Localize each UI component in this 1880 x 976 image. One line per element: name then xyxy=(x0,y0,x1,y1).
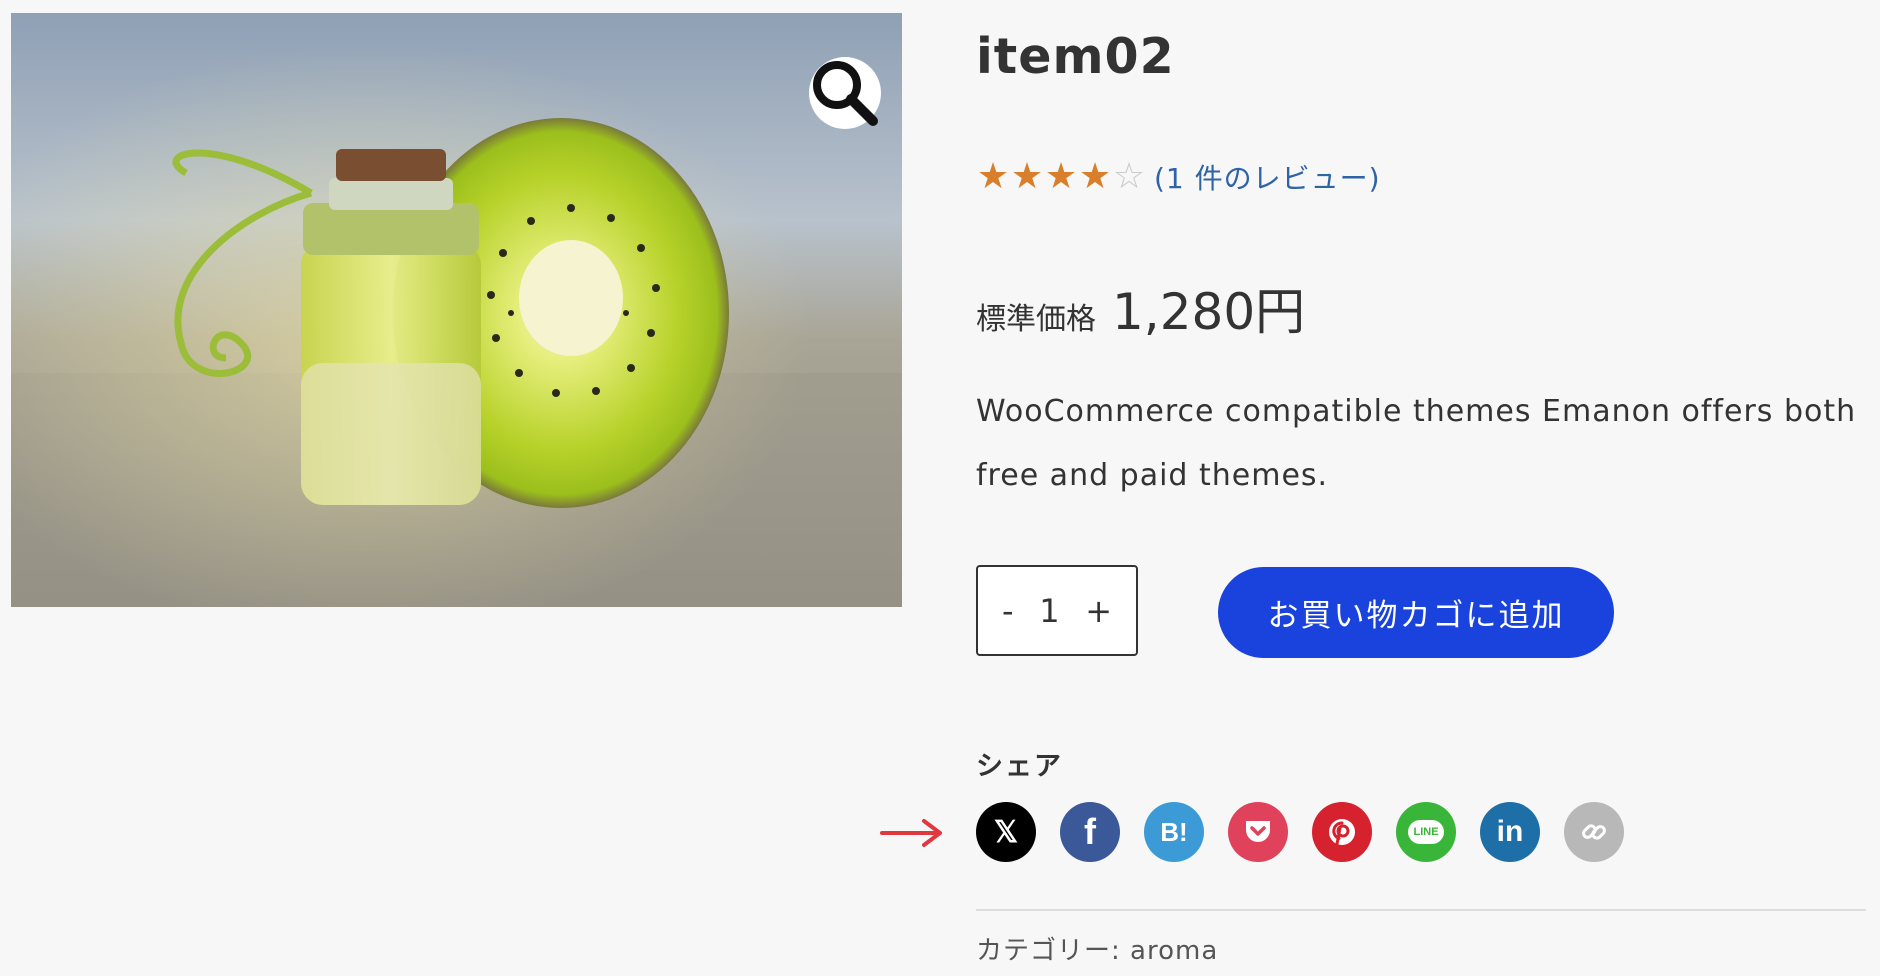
quantity-input[interactable]: 1 xyxy=(1039,592,1059,630)
pocket-share-button[interactable] xyxy=(1228,802,1288,862)
product-title: item02 xyxy=(976,28,1175,85)
link-share-button[interactable] xyxy=(1564,802,1624,862)
linkedin-share-button[interactable]: in xyxy=(1480,802,1540,862)
star-filled-icon: ★ xyxy=(1044,156,1078,197)
star-rating: ★ ★ ★ ★ ☆ xyxy=(976,157,1146,197)
product-price: 標準価格 1,280円 xyxy=(976,272,1305,344)
x-share-button[interactable]: 𝕏 xyxy=(976,802,1036,862)
share-buttons: 𝕏f B! LINE in xyxy=(976,802,1648,862)
facebook-icon: f xyxy=(1084,811,1096,852)
product-photo xyxy=(11,13,902,607)
star-filled-icon: ★ xyxy=(1078,156,1112,197)
share-label: シェア xyxy=(976,751,1063,782)
hatena-bookmark-icon: B! xyxy=(1160,816,1188,847)
star-filled-icon: ★ xyxy=(976,156,1010,197)
x-icon: 𝕏 xyxy=(993,815,1019,849)
link-icon xyxy=(1579,817,1609,847)
arrow-indicator-icon xyxy=(880,819,942,847)
quantity-increase-button[interactable]: + xyxy=(1085,592,1136,630)
price-amount: 1,280円 xyxy=(1112,283,1306,341)
hatena-bookmark-share-button[interactable]: B! xyxy=(1144,802,1204,862)
review-link[interactable]: (1 件のレビュー) xyxy=(1154,157,1381,197)
star-empty-icon: ☆ xyxy=(1112,156,1146,197)
facebook-share-button[interactable]: f xyxy=(1060,802,1120,862)
product-description: WooCommerce compatible themes Emanon off… xyxy=(976,394,1857,493)
zoom-button[interactable] xyxy=(809,57,881,129)
product-image[interactable] xyxy=(11,13,902,607)
linkedin-icon: in xyxy=(1496,815,1524,848)
magnifier-icon xyxy=(813,61,878,126)
star-filled-icon: ★ xyxy=(1010,156,1044,197)
pocket-icon xyxy=(1243,818,1273,846)
pinterest-share-button[interactable] xyxy=(1312,802,1372,862)
pinterest-icon xyxy=(1326,816,1358,848)
price-label: 標準価格 xyxy=(976,302,1096,337)
category-link[interactable]: aroma xyxy=(1130,936,1218,966)
line-share-button[interactable]: LINE xyxy=(1396,802,1456,862)
quantity-decrease-button[interactable]: - xyxy=(978,592,1014,630)
line-icon: LINE xyxy=(1408,820,1444,844)
quantity-stepper: - 1 + xyxy=(976,565,1138,656)
product-category: カテゴリー: aroma xyxy=(976,930,1218,967)
category-label: カテゴリー: xyxy=(976,936,1131,966)
divider xyxy=(976,909,1866,911)
product-rating: ★ ★ ★ ★ ☆ (1 件のレビュー) xyxy=(976,157,1381,197)
add-to-cart-button[interactable]: お買い物カゴに追加 xyxy=(1218,567,1614,658)
